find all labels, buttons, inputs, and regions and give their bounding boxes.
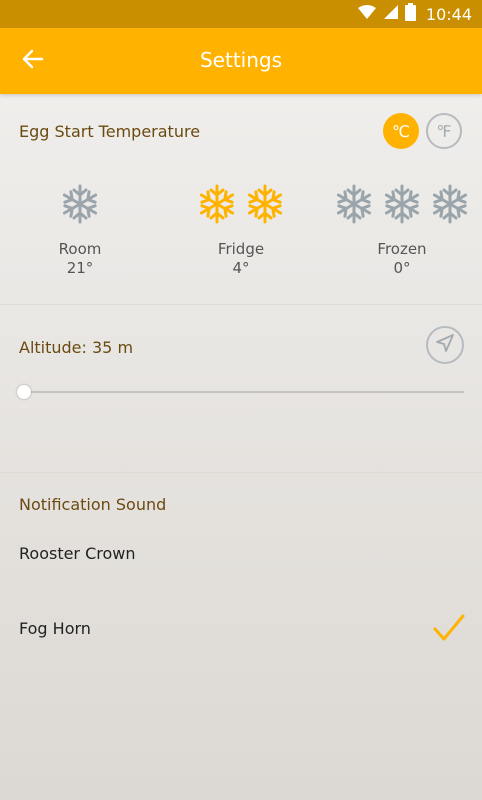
celsius-button[interactable]: ℃ <box>383 113 419 149</box>
snowflake-icon <box>384 184 420 224</box>
snowflake-icon <box>62 184 98 224</box>
section-divider <box>0 472 482 473</box>
signal-icon <box>383 4 399 24</box>
sound-option-label: Fog Horn <box>19 619 91 638</box>
status-time: 10:44 <box>425 4 472 24</box>
wifi-icon <box>357 4 377 24</box>
slider-thumb[interactable] <box>17 385 32 399</box>
temp-option-name: Room <box>58 240 102 258</box>
altitude-label: Altitude: 35 m <box>19 338 134 357</box>
temp-option-value: 4° <box>232 259 250 277</box>
temp-option-name: Frozen <box>377 240 427 258</box>
slider-track <box>20 391 464 393</box>
room-flakes <box>0 182 160 230</box>
temp-option-fridge[interactable]: Fridge 4° <box>161 182 321 282</box>
sound-option-label: Rooster Crown <box>19 544 136 563</box>
temp-option-frozen[interactable]: Frozen 0° <box>322 182 482 282</box>
status-bar: 10:44 <box>0 0 482 28</box>
egg-temperature-title: Egg Start Temperature <box>19 122 201 141</box>
notification-sound-title: Notification Sound <box>19 495 167 514</box>
battery-icon <box>404 3 416 25</box>
status-icons: 10:44 <box>357 3 472 25</box>
temp-option-name: Fridge <box>217 240 265 258</box>
snowflake-icon <box>336 184 372 224</box>
sound-option-rooster-crown[interactable]: Rooster Crown <box>0 530 482 580</box>
locate-button[interactable] <box>426 326 464 364</box>
snowflake-icon <box>432 184 468 224</box>
section-divider <box>0 304 482 305</box>
temp-option-value: 0° <box>393 259 411 277</box>
frozen-flakes <box>322 182 482 230</box>
temp-option-value: 21° <box>66 259 94 277</box>
check-icon <box>432 613 466 647</box>
page-title: Settings <box>199 48 283 72</box>
app-bar: Settings <box>0 28 482 94</box>
snowflake-icon <box>247 184 283 224</box>
altitude-slider[interactable] <box>17 385 464 399</box>
snowflake-icon <box>199 184 235 224</box>
temp-option-room[interactable]: Room 21° <box>0 182 160 282</box>
settings-screen: 10:44 Settings Egg Start Temperature ℃ ℉… <box>0 0 482 800</box>
navigation-arrow-icon <box>435 333 455 357</box>
fahrenheit-button[interactable]: ℉ <box>426 113 462 149</box>
fridge-flakes <box>161 182 321 230</box>
sound-option-fog-horn[interactable]: Fog Horn <box>0 605 482 655</box>
